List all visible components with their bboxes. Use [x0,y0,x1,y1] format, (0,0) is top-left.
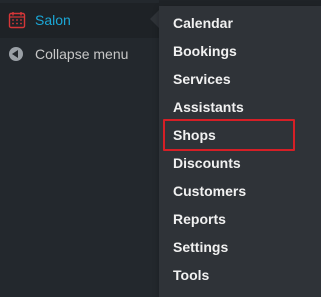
submenu-item-assistants[interactable]: Assistants [159,93,321,121]
submenu-item-shops[interactable]: Shops [159,121,321,149]
salon-submenu: Calendar Bookings Services Assistants Sh… [159,6,321,297]
submenu-item-services[interactable]: Services [159,65,321,93]
submenu-item-label: Customers [173,183,247,199]
submenu-item-bookings[interactable]: Bookings [159,37,321,65]
submenu-item-label: Discounts [173,155,241,171]
submenu-item-label: Services [173,71,231,87]
submenu-item-label: Bookings [173,43,237,59]
sidebar-item-salon[interactable]: Salon [0,3,159,38]
submenu-item-tools[interactable]: Tools [159,261,321,289]
calendar-icon [8,11,26,29]
submenu-item-label: Calendar [173,15,233,31]
submenu-pointer-icon [150,10,159,28]
sidebar-item-label: Salon [35,12,71,28]
submenu-item-settings[interactable]: Settings [159,233,321,261]
submenu-item-discounts[interactable]: Discounts [159,149,321,177]
submenu-item-label: Tools [173,267,210,283]
submenu-item-label: Reports [173,211,226,227]
submenu-item-label: Shops [173,127,216,143]
collapse-menu-icon [9,47,23,61]
submenu-item-label: Assistants [173,99,244,115]
admin-sidebar: Salon Collapse menu [0,0,159,297]
collapse-menu-label: Collapse menu [35,46,129,62]
submenu-item-calendar[interactable]: Calendar [159,9,321,37]
submenu-item-label: Settings [173,239,229,255]
submenu-item-reports[interactable]: Reports [159,205,321,233]
admin-menu-screen: Salon Collapse menu Calendar Bookings Se… [0,0,321,297]
submenu-item-customers[interactable]: Customers [159,177,321,205]
collapse-menu-button[interactable]: Collapse menu [0,37,159,71]
